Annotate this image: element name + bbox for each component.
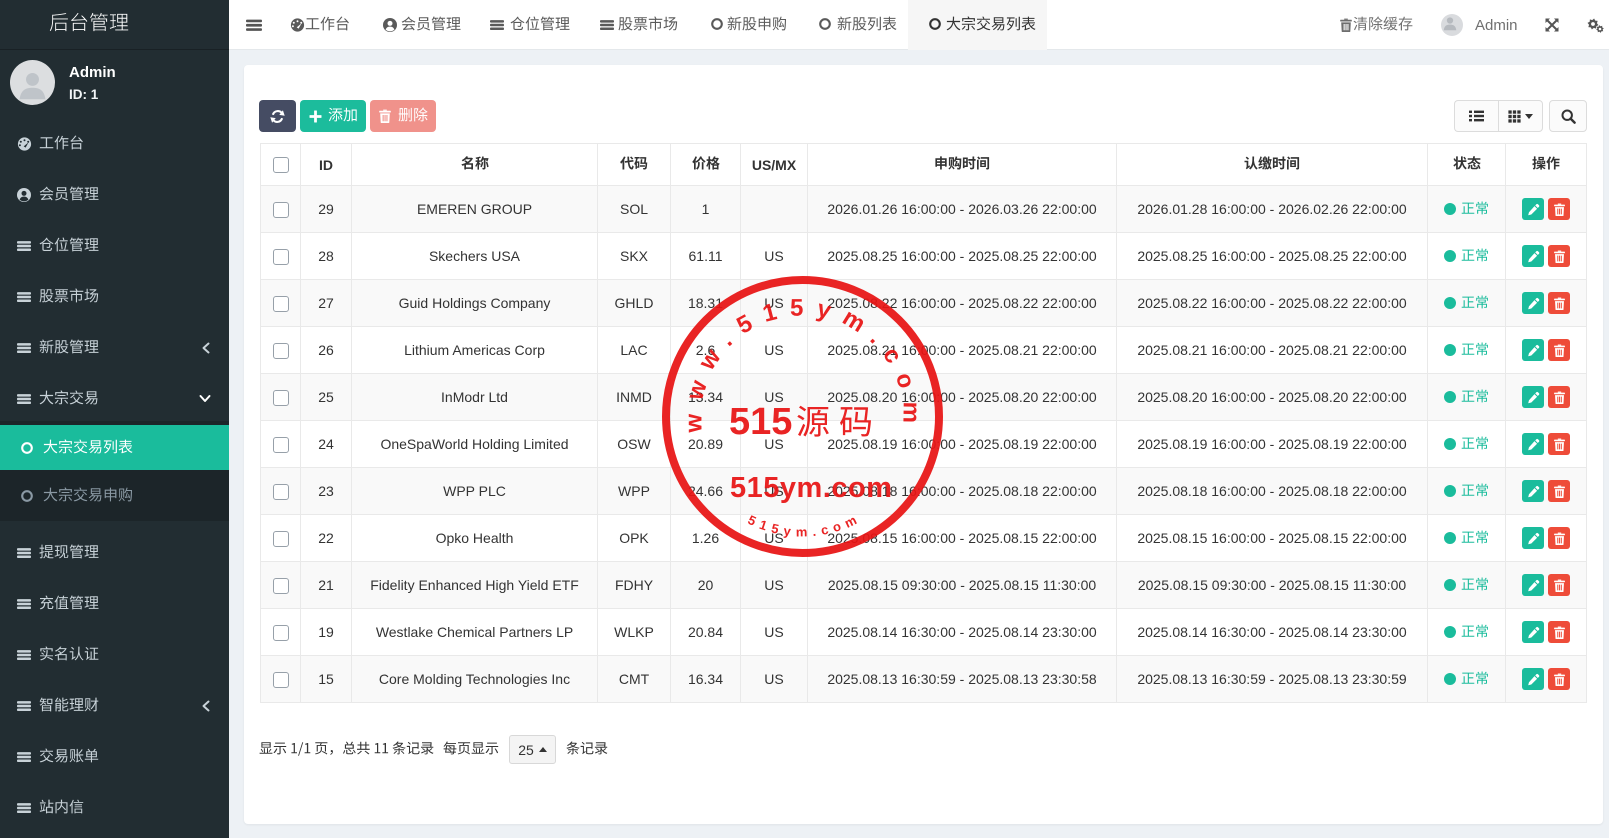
svg-text:515: 515	[729, 401, 792, 443]
svg-text:www.515ym.com: www.515ym.com	[680, 295, 924, 436]
svg-text:515ym.com: 515ym.com	[746, 510, 864, 540]
svg-text:515ym.com: 515ym.com	[730, 472, 893, 504]
